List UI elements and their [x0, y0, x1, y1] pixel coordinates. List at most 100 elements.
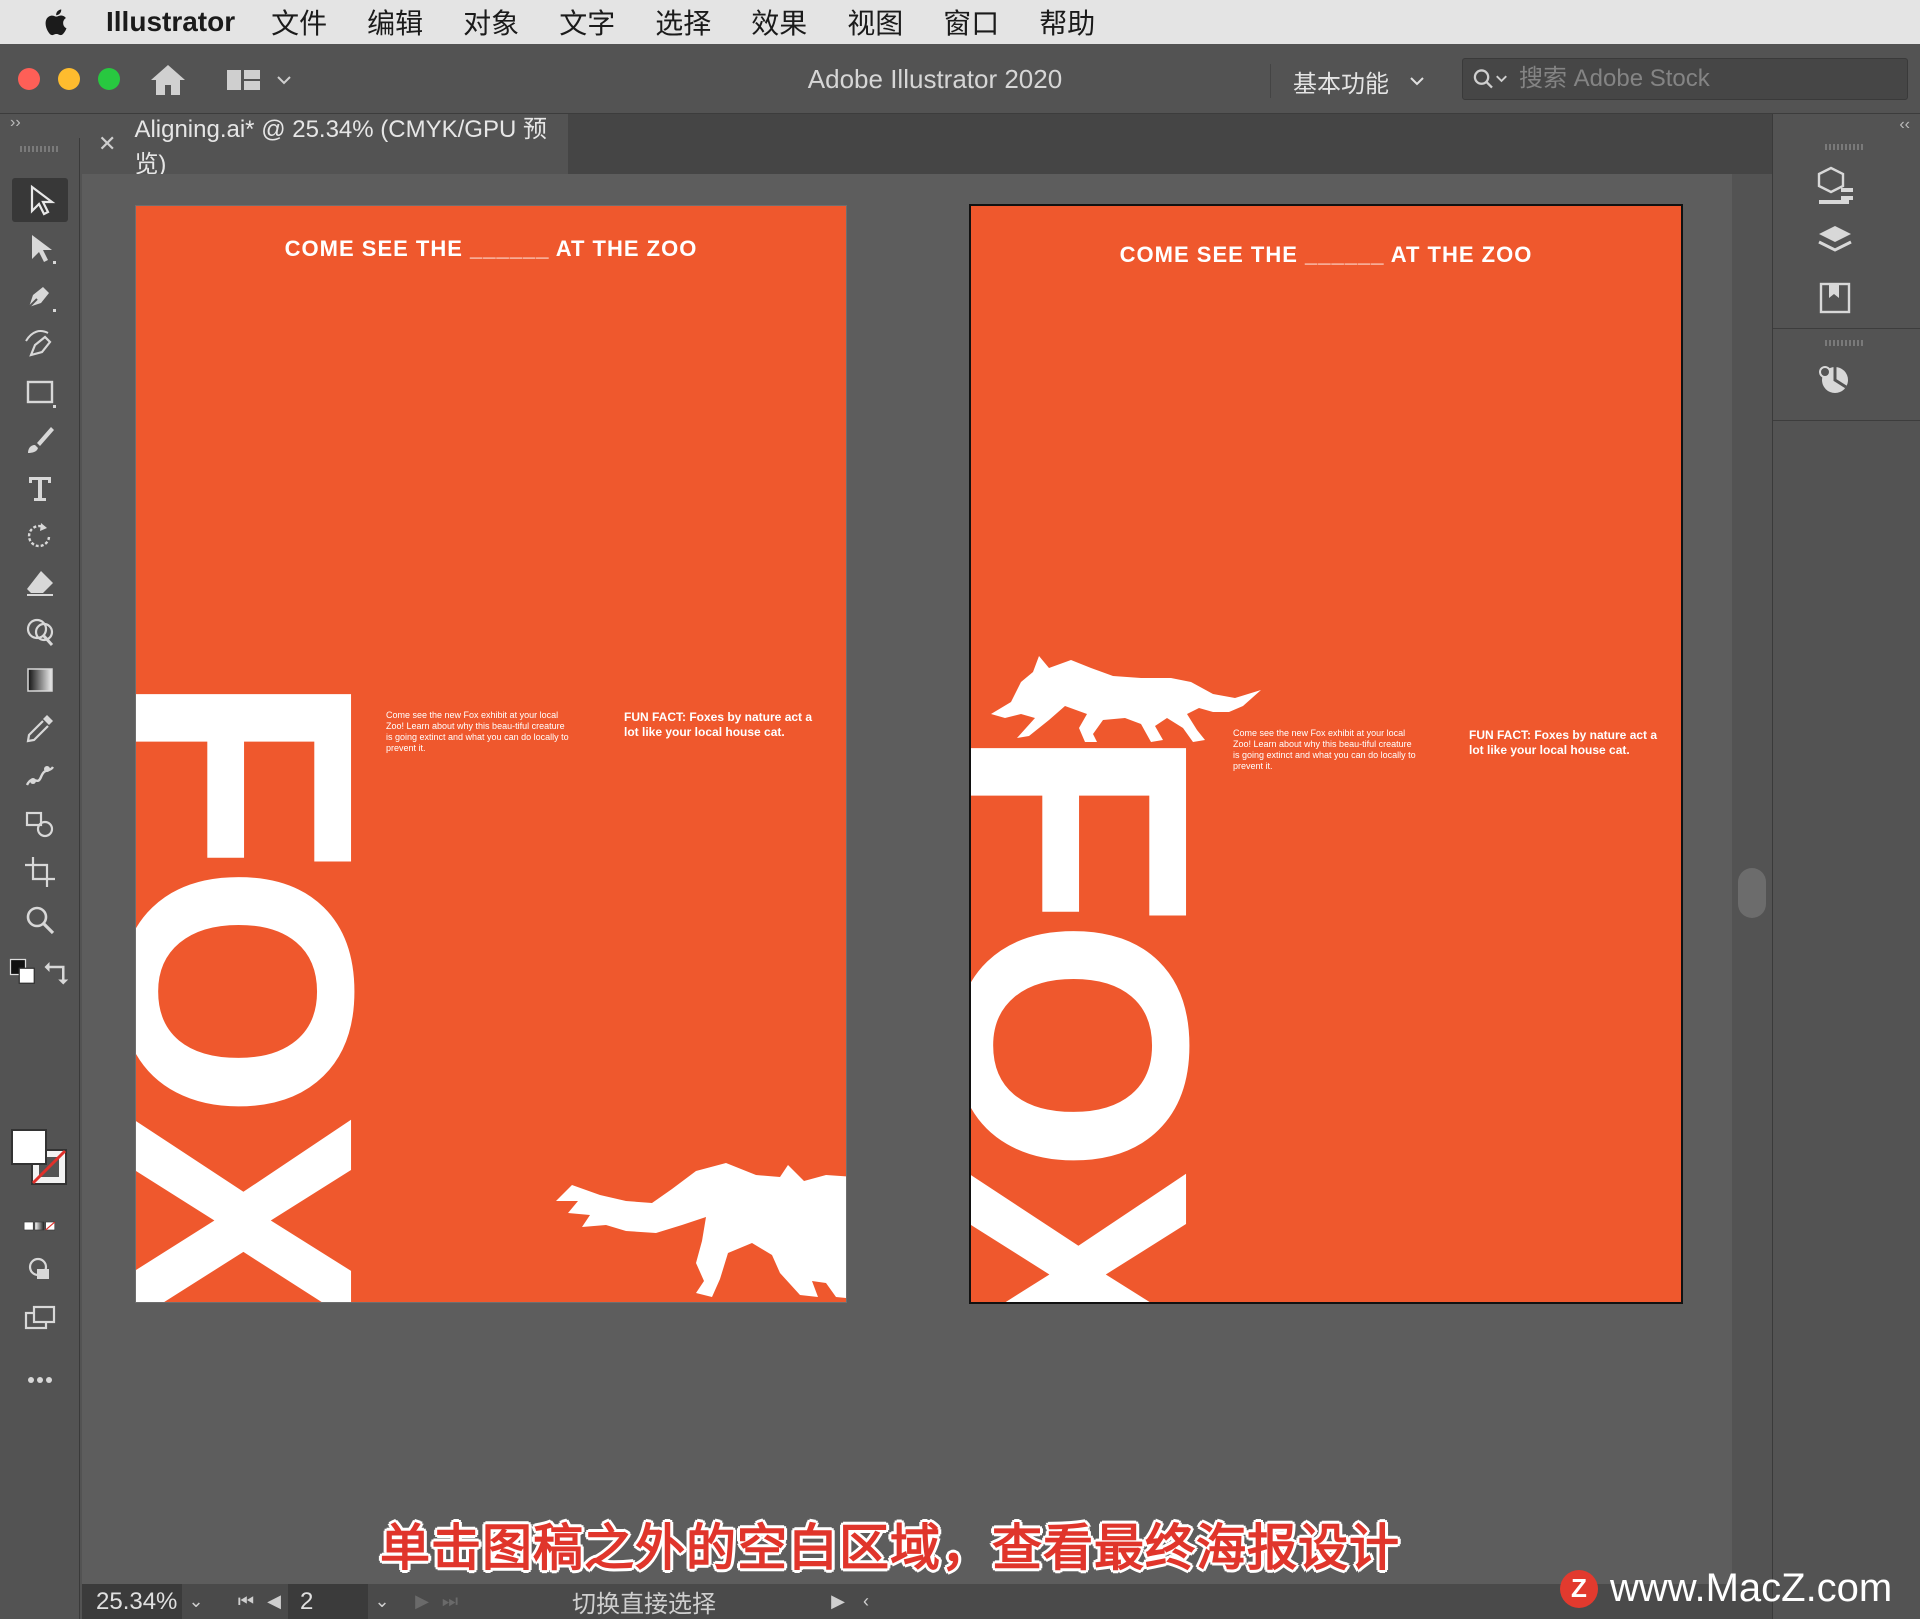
screen-mode-icon	[24, 1305, 56, 1330]
layers-panel-icon	[1818, 226, 1852, 252]
color-mode-buttons[interactable]	[12, 1204, 68, 1248]
menu-type[interactable]: 文字	[559, 2, 615, 42]
eyedropper-tool[interactable]	[12, 706, 68, 750]
workspace-switcher[interactable]: 基本功能	[1270, 64, 1430, 98]
menu-view[interactable]: 视图	[847, 2, 903, 42]
watermark-text: www.MacZ.com	[1610, 1566, 1893, 1610]
zoom-level-value: 25.34%	[96, 1587, 178, 1615]
default-colors-icon	[9, 958, 35, 984]
chevron-down-icon	[1410, 77, 1424, 86]
menu-select[interactable]: 选择	[655, 2, 711, 42]
puppet-warp-tool[interactable]	[12, 754, 68, 798]
menu-window[interactable]: 窗口	[943, 2, 999, 42]
default-fill-stroke-button[interactable]	[8, 950, 38, 994]
adobe-stock-search[interactable]	[1462, 58, 1908, 100]
direct-selection-tool[interactable]	[12, 226, 68, 270]
more-icon	[28, 1377, 52, 1383]
vertical-scrollbar[interactable]	[1732, 174, 1772, 1584]
apple-icon[interactable]	[40, 5, 70, 39]
close-icon[interactable]: ✕	[98, 131, 116, 157]
macz-logo-icon: Z	[1560, 1569, 1598, 1608]
layers-panel-button[interactable]	[1813, 220, 1857, 264]
pen-tool-icon	[28, 287, 56, 312]
color-gradient-none-icon	[23, 1221, 56, 1231]
shape-builder-tool-icon	[26, 618, 54, 647]
panel-grip[interactable]	[1825, 340, 1865, 346]
canvas[interactable]: COME SEE THE ______ AT THE ZOO Come see …	[82, 174, 1732, 1584]
artboard-number-field[interactable]: 2	[288, 1584, 368, 1619]
swap-fill-stroke-button[interactable]	[42, 950, 72, 994]
menu-help[interactable]: 帮助	[1039, 2, 1095, 42]
poster-fun-fact: FUN FACT: Foxes by nature act a lot like…	[624, 710, 813, 739]
panel-divider	[1773, 328, 1920, 329]
panel-collapse-left-icon[interactable]: ››	[0, 114, 80, 138]
paintbrush-tool[interactable]	[12, 418, 68, 462]
menu-file[interactable]: 文件	[271, 2, 327, 42]
previous-artboard-icon[interactable]: ◀	[260, 1591, 288, 1612]
screen-mode-button[interactable]	[12, 1296, 68, 1340]
chevron-down-icon[interactable]: ⌄	[182, 1591, 210, 1612]
drawing-mode-button[interactable]	[12, 1248, 68, 1292]
poster-headline: COME SEE THE ______ AT THE ZOO	[284, 236, 698, 261]
eraser-tool-icon	[27, 571, 53, 596]
stock-search-input[interactable]	[1519, 65, 1879, 93]
macos-menubar: Illustrator 文件 编辑 对象 文字 选择 效果 视图 窗口 帮助	[0, 0, 1920, 44]
rectangle-tool-icon	[26, 380, 56, 408]
first-artboard-icon[interactable]: ⏮	[232, 1591, 260, 1612]
panel-collapse-right-icon[interactable]: ‹‹	[1899, 116, 1910, 134]
direct-selection-tool-icon	[32, 235, 56, 264]
eraser-tool[interactable]	[12, 562, 68, 606]
fill-stroke-swatches[interactable]	[10, 1128, 70, 1188]
fill-stroke-icon	[11, 1129, 67, 1185]
rectangle-tool[interactable]	[12, 370, 68, 414]
panel-grip[interactable]	[20, 146, 60, 152]
artboard-2[interactable]: COME SEE THE ______ AT THE ZOO Come see …	[971, 206, 1681, 1302]
menu-object[interactable]: 对象	[463, 2, 519, 42]
artboard-tool[interactable]	[12, 850, 68, 894]
watermark: Z www.MacZ.com	[1560, 1566, 1892, 1611]
artboard-number-value: 2	[300, 1587, 314, 1615]
libraries-panel-button[interactable]	[1813, 276, 1857, 320]
selection-tool[interactable]	[12, 178, 68, 222]
curvature-tool[interactable]	[12, 322, 68, 366]
status-menu-arrow-icon[interactable]: ▶	[824, 1591, 852, 1612]
shape-builder-tool[interactable]	[12, 610, 68, 654]
poster-headline: COME SEE THE ______ AT THE ZOO	[1119, 242, 1533, 267]
artboard-tool-icon	[25, 857, 55, 887]
panel-grip[interactable]	[1825, 144, 1865, 150]
menu-effect[interactable]: 效果	[751, 2, 807, 42]
gradient-tool[interactable]	[12, 658, 68, 702]
video-subtitle: 单击图稿之外的空白区域，查看最终海报设计	[380, 1520, 1400, 1576]
paintbrush-tool-icon	[28, 427, 54, 453]
zoom-tool-icon	[26, 906, 55, 935]
symbol-sprayer-tool[interactable]	[12, 802, 68, 846]
curvature-tool-icon	[25, 330, 52, 357]
chevron-down-icon[interactable]: ⌄	[368, 1591, 396, 1612]
scroll-left-icon[interactable]: ‹	[852, 1591, 880, 1612]
edit-toolbar-button[interactable]	[12, 1358, 68, 1402]
pen-tool[interactable]	[12, 274, 68, 318]
menu-edit[interactable]: 编辑	[367, 2, 423, 42]
draw-mode-icon	[28, 1257, 49, 1279]
document-tabbar: ✕ Aligning.ai* @ 25.34% (CMYK/GPU 预览)	[82, 114, 1772, 178]
fox-silhouette	[556, 1163, 846, 1298]
status-bar: 25.34% ⌄ ⏮ ◀ 2 ⌄ ▶ ⏭ 切换直接选择 ▶ ‹	[82, 1584, 1772, 1619]
scrollbar-thumb[interactable]	[1738, 868, 1766, 918]
rotate-tool[interactable]	[12, 514, 68, 558]
puppet-warp-tool-icon	[25, 766, 54, 786]
artboard-1[interactable]: COME SEE THE ______ AT THE ZOO Come see …	[136, 206, 846, 1302]
poster-fun-fact: FUN FACT: Foxes by nature act a lot like…	[1469, 728, 1658, 757]
type-tool[interactable]	[12, 466, 68, 510]
document-tab[interactable]: ✕ Aligning.ai* @ 25.34% (CMYK/GPU 预览)	[82, 114, 568, 178]
type-tool-icon	[29, 477, 51, 501]
color-guide-panel-button[interactable]	[1813, 358, 1857, 402]
properties-panel-button[interactable]	[1813, 164, 1857, 208]
zoom-level-field[interactable]: 25.34%	[82, 1584, 182, 1619]
zoom-tool[interactable]	[12, 898, 68, 942]
tools-panel	[0, 138, 80, 1619]
properties-panel-icon	[1817, 166, 1853, 204]
last-artboard-icon[interactable]: ⏭	[436, 1591, 464, 1612]
next-artboard-icon[interactable]: ▶	[408, 1591, 436, 1612]
menu-app-name[interactable]: Illustrator	[106, 6, 235, 38]
right-panel-dock: ‹‹	[1772, 114, 1920, 1619]
